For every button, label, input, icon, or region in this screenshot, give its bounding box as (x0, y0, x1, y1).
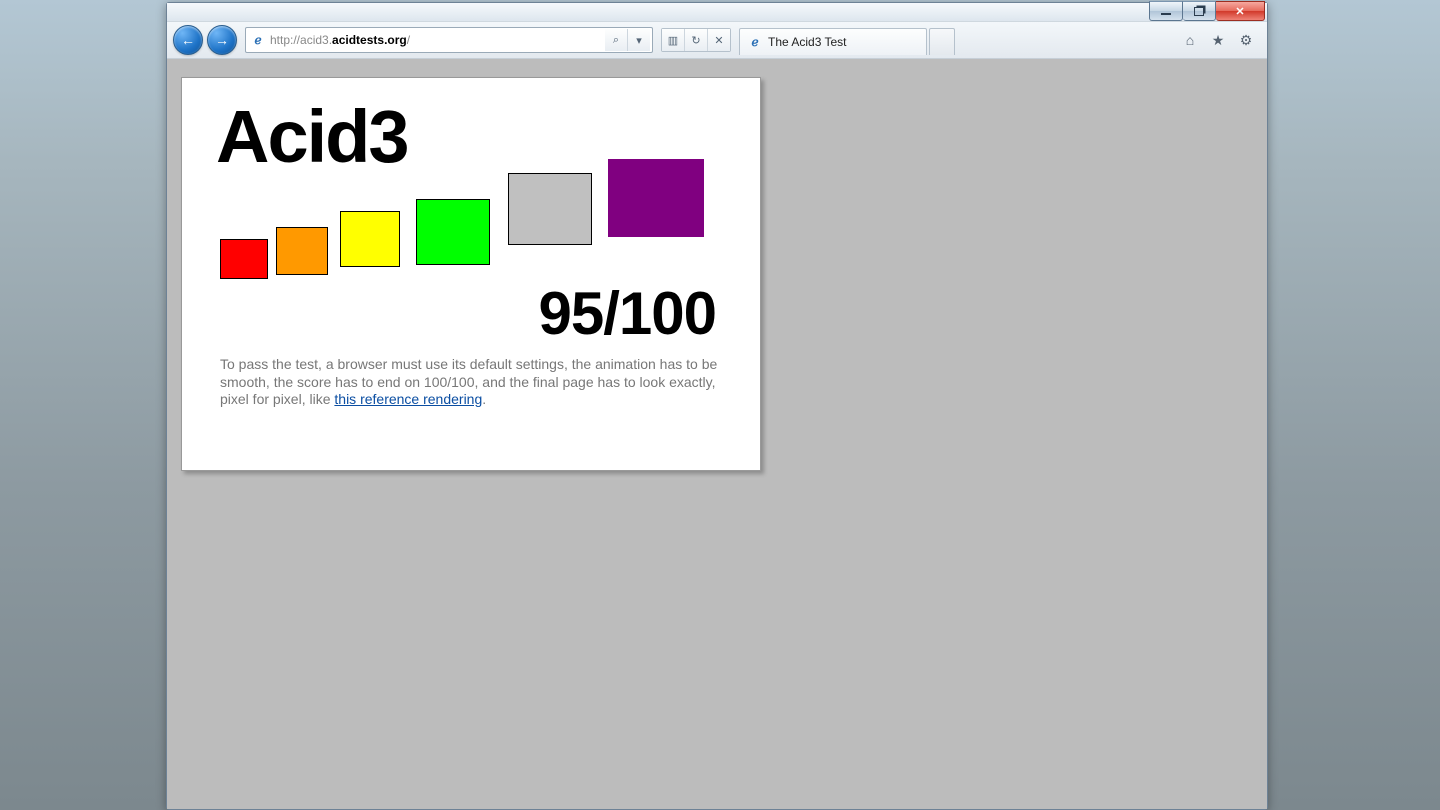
search-icon: ⌕ (613, 34, 619, 47)
favorites-button[interactable]: ★ (1209, 31, 1227, 49)
star-icon: ★ (1212, 32, 1225, 49)
address-text[interactable]: http://acid3.acidtests.org/ (266, 33, 605, 47)
page-action-buttons: ▥ ↻ ✕ (661, 28, 731, 52)
home-button[interactable]: ⌂ (1181, 31, 1199, 49)
tab-strip: ℯ The Acid3 Test (739, 25, 1177, 55)
acid3-bucket-1-red (220, 239, 268, 279)
acid3-card: Acid3 95/100 To pass the test, a browser… (181, 77, 761, 471)
acid3-score: 95/100 (220, 279, 716, 348)
acid3-bucket-5-grey (508, 173, 592, 245)
arrow-left-icon: ← (181, 32, 195, 48)
refresh-button[interactable]: ↻ (684, 29, 707, 51)
refresh-icon: ↻ (691, 34, 700, 47)
address-bar[interactable]: ℯ http://acid3.acidtests.org/ ⌕ ▾ (245, 27, 653, 53)
window-minimize-button[interactable] (1149, 1, 1183, 21)
gear-icon: ⚙ (1240, 32, 1253, 49)
acid3-bucket-3-yellow (340, 211, 400, 267)
stop-icon: ✕ (714, 34, 723, 47)
window-titlebar (167, 3, 1267, 22)
arrow-right-icon: → (215, 32, 229, 48)
tab-favicon-ie-icon: ℯ (748, 35, 762, 49)
acid3-bucket-2-orange (276, 227, 328, 275)
window-close-button[interactable] (1216, 1, 1265, 21)
compat-view-button[interactable]: ▥ (662, 29, 684, 51)
stop-button[interactable]: ✕ (707, 29, 730, 51)
site-favicon-ie-icon: ℯ (250, 32, 266, 48)
browser-navbar: ← → ℯ http://acid3.acidtests.org/ ⌕ ▾ ▥ … (167, 22, 1267, 59)
url-host: acidtests.org (332, 33, 407, 47)
acid3-bucket-4-lime (416, 199, 490, 265)
search-button[interactable]: ⌕ (605, 29, 627, 51)
home-icon: ⌂ (1186, 32, 1194, 48)
address-dropdown-button[interactable]: ▾ (627, 29, 650, 51)
acid3-description: To pass the test, a browser must use its… (220, 356, 720, 409)
tab-acid3[interactable]: ℯ The Acid3 Test (739, 28, 927, 55)
page-viewport[interactable]: Acid3 95/100 To pass the test, a browser… (167, 59, 1267, 809)
toolbar-right: ⌂ ★ ⚙ (1181, 31, 1261, 49)
acid3-reference-link[interactable]: this reference rendering (334, 391, 482, 407)
address-right-buttons: ⌕ ▾ (605, 29, 650, 51)
acid3-bucket-6-purple (608, 159, 704, 237)
nav-back-button[interactable]: ← (173, 25, 203, 55)
tab-title: The Acid3 Test (768, 35, 847, 49)
acid3-blurb-post: . (482, 391, 486, 407)
new-tab-button[interactable] (929, 28, 955, 55)
window-controls (1149, 1, 1265, 21)
window-maximize-button[interactable] (1183, 1, 1216, 21)
acid3-buckets (220, 183, 732, 273)
desktop-backdrop: ← → ℯ http://acid3.acidtests.org/ ⌕ ▾ ▥ … (0, 0, 1440, 810)
url-prefix: http://acid3. (270, 33, 332, 47)
chevron-down-icon: ▾ (636, 34, 642, 47)
nav-forward-button[interactable]: → (207, 25, 237, 55)
tools-button[interactable]: ⚙ (1237, 31, 1255, 49)
compat-icon: ▥ (668, 34, 678, 47)
url-suffix: / (407, 33, 410, 47)
browser-window: ← → ℯ http://acid3.acidtests.org/ ⌕ ▾ ▥ … (166, 2, 1268, 810)
